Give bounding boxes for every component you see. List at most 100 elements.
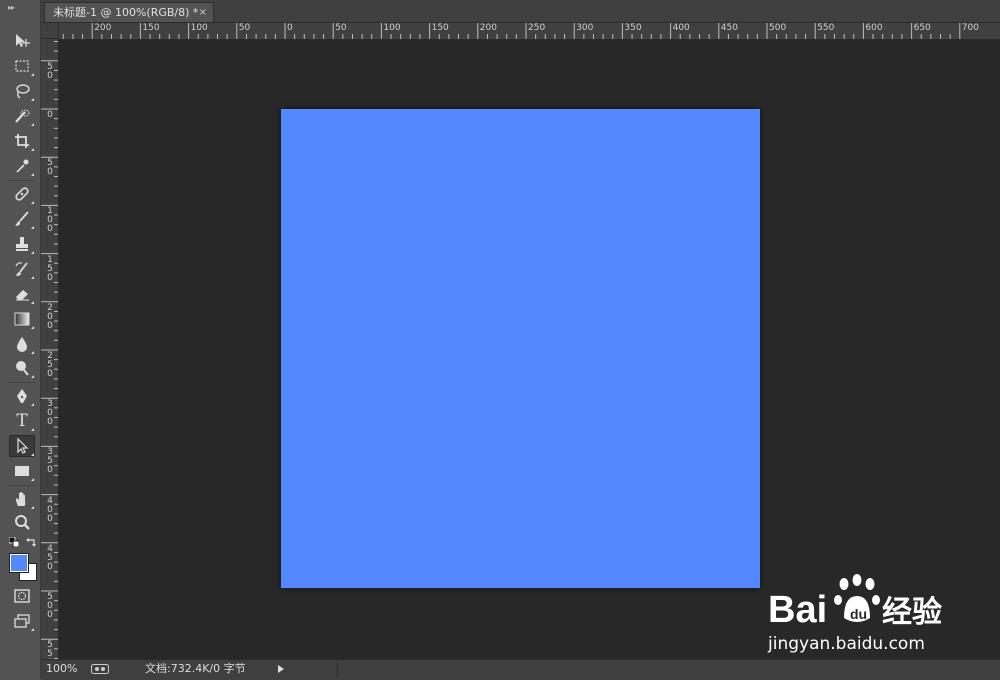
- type-tool[interactable]: T: [9, 410, 35, 432]
- ruler-label: 250: [528, 23, 546, 33]
- ruler-label: 650: [913, 23, 931, 33]
- ruler-label: 600: [865, 23, 883, 33]
- ruler-label: 450: [47, 543, 53, 572]
- quick-mask-icon: [14, 589, 30, 603]
- stamp-icon: [16, 237, 28, 251]
- type-icon: T: [16, 411, 28, 431]
- ruler-label: 500: [769, 23, 787, 33]
- ruler-label: 350: [624, 23, 642, 33]
- panel-collapse-grip[interactable]: ▸▸: [8, 3, 15, 12]
- document-size-info: 文档:732.4K/0 字节: [145, 662, 246, 675]
- watermark-url: jingyan.baidu.com: [768, 634, 925, 654]
- tool-group-indicator: [31, 98, 34, 101]
- tool-group-indicator: [31, 351, 34, 354]
- eyedropper-icon: [16, 159, 29, 173]
- ruler-origin[interactable]: [41, 23, 59, 39]
- crop-icon: [15, 134, 29, 148]
- status-info-icon[interactable]: [91, 664, 109, 674]
- ruler-label: 150: [47, 254, 53, 283]
- rectangle-icon: [15, 466, 29, 476]
- tool-group-indicator: [31, 201, 34, 204]
- status-bar: 100% 文档:732.4K/0 字节: [41, 659, 1000, 680]
- ruler-label: 0: [287, 23, 293, 33]
- paw-du-letters: du: [850, 606, 867, 622]
- healing-brush-tool[interactable]: [9, 183, 35, 205]
- ruler-label: 50: [335, 23, 347, 33]
- path-selection-tool[interactable]: [9, 435, 35, 457]
- tool-group-indicator: [31, 375, 34, 378]
- canvas-workspace[interactable]: [59, 40, 1000, 659]
- tools-panel: ▸▸ T: [0, 0, 41, 679]
- ruler-label: 50: [47, 158, 53, 178]
- document-tab[interactable]: 未标题-1 @ 100%(RGB/8) * ×: [44, 2, 214, 22]
- ruler-label: 100: [383, 23, 401, 33]
- eyedropper-tool[interactable]: [9, 155, 35, 177]
- blur-tool[interactable]: [9, 333, 35, 355]
- dodge-icon: [16, 361, 29, 376]
- crop-tool[interactable]: [9, 130, 35, 152]
- ruler-label: 350: [47, 447, 53, 476]
- ruler-label: 300: [576, 23, 594, 33]
- tool-group-indicator: [31, 251, 34, 254]
- lasso-tool[interactable]: [9, 80, 35, 102]
- toolbar-separator: [8, 485, 36, 486]
- horizontal-ruler[interactable]: 200 150 100 50 0 50 100 150 200 250 300 350 400 450 50…: [59, 23, 1000, 40]
- bandage-icon: [15, 187, 29, 201]
- pen-tool[interactable]: [9, 385, 35, 407]
- direct-select-icon: [17, 437, 29, 454]
- history-brush-tool[interactable]: [9, 258, 35, 280]
- ruler-label: 400: [47, 495, 53, 524]
- default-colors-icon[interactable]: [9, 537, 19, 547]
- hand-tool[interactable]: [9, 488, 35, 510]
- tool-group-indicator: [31, 428, 34, 431]
- tool-group-indicator: [31, 326, 34, 329]
- ruler-label: 400: [672, 23, 690, 33]
- droplet-icon: [17, 337, 27, 352]
- marquee-tool[interactable]: [9, 55, 35, 77]
- rect-marquee-icon: [15, 60, 29, 72]
- toolbar-separator: [8, 180, 36, 181]
- ruler-label: 500: [47, 592, 53, 620]
- ruler-label: 550: [47, 640, 53, 659]
- ruler-label: 450: [720, 23, 738, 33]
- tool-group-indicator: [31, 276, 34, 279]
- ruler-label: 200: [94, 23, 112, 33]
- ruler-label: 100: [190, 23, 208, 33]
- brush-tool[interactable]: [9, 208, 35, 230]
- ruler-label: 50: [238, 23, 251, 33]
- quick-selection-tool[interactable]: [9, 105, 35, 127]
- tool-group-indicator: [31, 73, 34, 76]
- dodge-tool[interactable]: [9, 357, 35, 379]
- ruler-label: 300: [47, 399, 53, 428]
- move-icon: [16, 34, 30, 47]
- document-tab-title: 未标题-1 @ 100%(RGB/8) *: [53, 6, 199, 19]
- eraser-tool[interactable]: [9, 283, 35, 305]
- history-brush-icon: [15, 262, 28, 276]
- document-tab-bar: 未标题-1 @ 100%(RGB/8) * ×: [41, 0, 1000, 23]
- ruler-label: 200: [479, 23, 497, 33]
- watermark-brand-cjk: 经验: [882, 595, 942, 630]
- move-tool[interactable]: [9, 30, 35, 52]
- zoom-tool[interactable]: [9, 512, 35, 534]
- eraser-icon: [16, 290, 29, 301]
- watermark-brand-latin: Bai: [768, 589, 827, 631]
- ruler-label: 550: [817, 23, 835, 33]
- screen-mode-icon: [14, 614, 30, 628]
- document-canvas[interactable]: [281, 109, 760, 588]
- magnifier-icon: [15, 515, 30, 530]
- zoom-level[interactable]: 100%: [46, 660, 77, 678]
- ruler-label: 150: [431, 23, 449, 33]
- tool-group-indicator: [31, 506, 34, 509]
- foreground-color-swatch[interactable]: [9, 553, 29, 573]
- screen-mode-button[interactable]: [9, 610, 35, 632]
- gradient-tool[interactable]: [9, 308, 35, 330]
- close-icon[interactable]: ×: [199, 3, 207, 23]
- tool-group-indicator: [31, 403, 34, 406]
- status-menu-arrow-icon[interactable]: [278, 665, 284, 673]
- quick-mask-button[interactable]: [9, 585, 35, 607]
- clone-stamp-tool[interactable]: [9, 233, 35, 255]
- ruler-label: 50: [47, 61, 53, 81]
- swap-colors-icon[interactable]: [26, 537, 36, 547]
- shape-tool[interactable]: [9, 460, 35, 482]
- vertical-ruler[interactable]: 50050100150200250300350400450500550: [41, 39, 59, 659]
